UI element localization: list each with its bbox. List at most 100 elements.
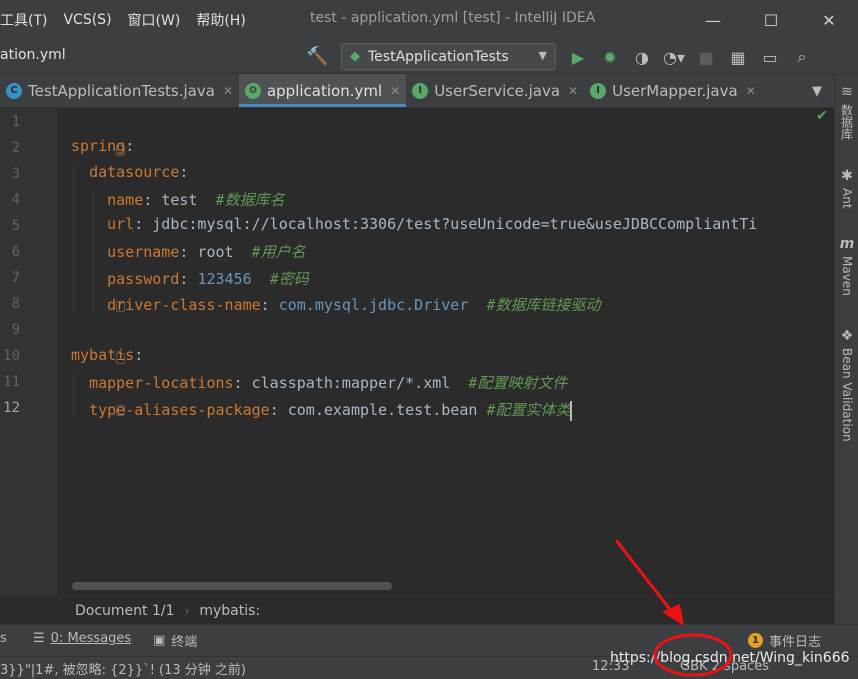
project-structure-icon[interactable]: ▦ <box>726 45 750 69</box>
yaml-comment: #数据库链接驱动 <box>486 296 601 314</box>
close-icon[interactable]: ✕ <box>746 84 756 98</box>
bean-validation-icon: ❖ <box>840 328 854 344</box>
line-number: 3 <box>11 166 20 182</box>
yaml-comment: #密码 <box>269 270 309 288</box>
yaml-key: password <box>107 270 180 288</box>
messages-label: 0: Messages <box>50 631 132 646</box>
code-line-5: url: jdbc:mysql://localhost:3306/test?us… <box>107 215 758 233</box>
yaml-value: root <box>197 243 234 261</box>
yaml-value: jdbc:mysql://localhost:3306/test?useUnic… <box>152 215 758 233</box>
yaml-key: url <box>107 215 135 233</box>
bean-validation-tool-label: Bean Validation <box>840 348 854 442</box>
terminal-tool[interactable]: ▣ 终端 <box>153 631 197 650</box>
run-config-label: TestApplicationTests <box>368 48 509 65</box>
code-editor[interactable] <box>58 108 834 600</box>
indent-guide <box>73 164 74 312</box>
ant-tool-label: Ant <box>840 188 854 209</box>
build-hammer-icon[interactable]: 🔨 <box>306 46 328 67</box>
bean-validation-tool[interactable]: ❖ Bean Validation <box>835 328 858 442</box>
horizontal-scrollbar[interactable] <box>72 582 392 590</box>
tab-list-chevron-icon[interactable]: ▼ <box>800 74 834 108</box>
ant-icon: ✱ <box>841 168 853 184</box>
yaml-comment: #配置实体类 <box>486 401 571 419</box>
line-number: 4 <box>11 192 20 208</box>
line-number: 5 <box>11 218 20 234</box>
yaml-key: mapper-locations <box>89 374 234 392</box>
watermark-text: https://blog.csdn.net/Wing_kin666 <box>610 650 850 666</box>
database-icon: ≋ <box>841 84 853 100</box>
window-controls: — ☐ ✕ <box>684 0 858 40</box>
menu-vcs[interactable]: VCS(S) <box>55 12 119 28</box>
maven-tool-label: Maven <box>840 256 854 296</box>
tab-userservice[interactable]: I UserService.java ✕ <box>406 74 584 107</box>
presentation-icon[interactable]: ▭ <box>758 45 782 69</box>
yaml-key: username <box>107 243 180 261</box>
toolbar-actions: ▶ ✹ ◑ ◔▾ ■ ▦ ▭ ⌕ <box>566 45 822 69</box>
yaml-value: com.example.test.bean <box>287 401 478 419</box>
yaml-comment: #用户名 <box>251 243 306 261</box>
code-line-12: type-aliases-package: com.example.test.b… <box>89 400 573 421</box>
minimize-button[interactable]: — <box>684 0 742 40</box>
code-line-7: password: 123456 #密码 <box>107 270 309 288</box>
maven-tool[interactable]: m Maven <box>835 236 858 296</box>
code-line-8: driver-class-name: com.mysql.jdbc.Driver… <box>107 296 601 314</box>
breadcrumb-document[interactable]: Document 1/1 <box>75 603 175 619</box>
status-message[interactable]: 3}}"|1#, 被忽略: {2}}`! (13 分钟 之前) <box>0 659 246 678</box>
breadcrumb-node[interactable]: mybatis: <box>199 603 260 619</box>
close-button[interactable]: ✕ <box>800 0 858 40</box>
chevron-down-icon: ▼ <box>538 49 547 62</box>
run-icon[interactable]: ▶ <box>566 45 590 69</box>
run-config-select[interactable]: ◆ TestApplicationTests ▼ <box>341 43 556 70</box>
menu-help[interactable]: 帮助(H) <box>188 10 253 30</box>
tab-testapplicationtests[interactable]: C TestApplicationTests.java ✕ <box>0 74 239 107</box>
chevron-right-icon: › <box>184 603 190 618</box>
database-tool[interactable]: ≋ 数据库 <box>835 84 858 140</box>
line-number: 9 <box>11 322 20 338</box>
line-number: 8 <box>11 296 20 312</box>
breadcrumb: Document 1/1 › mybatis: <box>0 596 834 624</box>
messages-tool[interactable]: ☰ 0: Messages <box>33 631 131 646</box>
code-line-11: mapper-locations: classpath:mapper/*.xml… <box>89 374 568 392</box>
menu-window[interactable]: 窗口(W) <box>120 10 189 30</box>
yaml-key: spring <box>71 137 126 155</box>
maximize-button[interactable]: ☐ <box>742 0 800 40</box>
event-count-badge: 1 <box>748 633 763 648</box>
yaml-value: 123456 <box>197 270 252 288</box>
editor-tabs: C TestApplicationTests.java ✕ ⚙ applicat… <box>0 74 834 108</box>
search-everywhere-icon[interactable]: ⌕ <box>790 45 814 69</box>
tab-usermapper[interactable]: I UserMapper.java ✕ <box>584 74 762 107</box>
yaml-config-icon: ⚙ <box>244 82 261 99</box>
close-icon[interactable]: ✕ <box>568 84 578 98</box>
yaml-key: type-aliases-package <box>89 401 270 419</box>
inspection-ok-icon[interactable]: ✔ <box>816 108 828 124</box>
line-number: 7 <box>11 270 20 286</box>
maven-icon: m <box>839 236 855 252</box>
coverage-icon[interactable]: ◑ <box>630 45 654 69</box>
tab-label: UserMapper.java <box>612 81 738 100</box>
close-icon[interactable]: ✕ <box>390 84 400 98</box>
terminal-icon: ▣ <box>153 633 166 648</box>
code-line-4: name: test #数据库名 <box>107 191 285 209</box>
tab-application-yml[interactable]: ⚙ application.yml ✕ <box>238 74 407 107</box>
code-line-10: mybatis: <box>71 346 144 364</box>
window-title: test - application.yml [test] - IntelliJ… <box>310 10 596 26</box>
menu-tools[interactable]: 工具(T) <box>0 10 55 30</box>
tool-window-fragment[interactable]: s <box>0 631 7 646</box>
interface-icon: I <box>590 82 607 99</box>
debug-icon[interactable]: ✹ <box>598 45 622 69</box>
terminal-label: 终端 <box>171 635 198 650</box>
event-log-tool[interactable]: 1 事件日志 <box>748 631 821 650</box>
yaml-comment: #数据库名 <box>215 191 285 209</box>
line-number: 6 <box>11 244 20 260</box>
yaml-value: classpath:mapper/*.xml <box>251 374 451 392</box>
close-icon[interactable]: ✕ <box>223 84 233 98</box>
event-log-label: 事件日志 <box>769 635 822 650</box>
nav-file-crumb[interactable]: ation.yml <box>0 47 66 63</box>
yaml-value: com.mysql.jdbc.Driver <box>278 296 469 314</box>
text-cursor <box>570 400 573 421</box>
yaml-key: datasource <box>89 163 180 181</box>
ant-tool[interactable]: ✱ Ant <box>835 168 858 209</box>
stop-icon[interactable]: ■ <box>694 45 718 69</box>
database-tool-label: 数据库 <box>839 104 854 140</box>
profile-icon[interactable]: ◔▾ <box>662 45 686 69</box>
